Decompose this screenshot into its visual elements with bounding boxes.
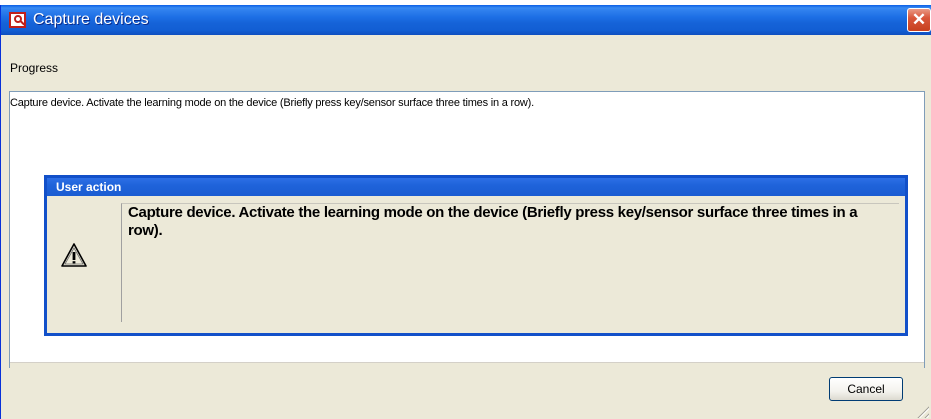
- app-icon: [9, 12, 26, 28]
- warning-icon: [60, 242, 88, 268]
- dialog-title: User action: [56, 180, 122, 194]
- capture-devices-window: Capture devices ✕ Progress Capture devic…: [0, 5, 931, 419]
- cancel-button[interactable]: Cancel: [829, 377, 903, 401]
- progress-log-bottom-strip: [10, 362, 924, 368]
- close-button[interactable]: ✕: [907, 8, 931, 32]
- resize-grip[interactable]: [914, 403, 929, 418]
- user-action-dialog: User action Capture device. Activate the…: [44, 175, 908, 336]
- progress-label: Progress: [10, 61, 59, 75]
- dialog-titlebar: User action: [47, 178, 905, 196]
- dialog-message: Capture device. Activate the learning mo…: [128, 204, 858, 239]
- window-title: Capture devices: [33, 11, 149, 28]
- progress-log-text: Capture device. Activate the learning mo…: [10, 97, 534, 109]
- message-box: Capture device. Activate the learning mo…: [121, 203, 899, 322]
- window-titlebar[interactable]: Capture devices ✕: [1, 5, 931, 35]
